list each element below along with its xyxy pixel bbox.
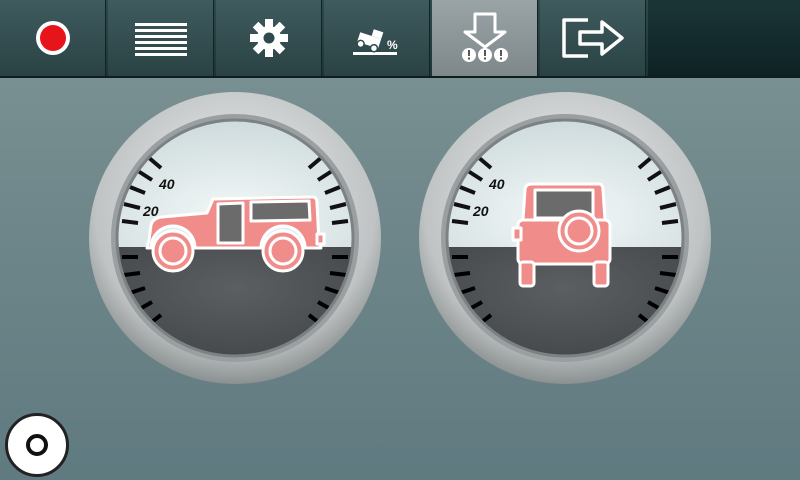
- menu-lines-icon: [134, 23, 187, 56]
- warning-button[interactable]: [432, 0, 538, 76]
- ring-icon: [26, 434, 48, 456]
- pitch-gauge-dial: 40 20: [89, 92, 381, 384]
- toolbar: %: [0, 0, 800, 78]
- exit-icon: [561, 18, 624, 58]
- toolbar-spacer: [648, 0, 800, 76]
- roll-label-40: 40: [488, 176, 505, 192]
- percent-glyph: %: [387, 38, 398, 52]
- menu-button[interactable]: [108, 0, 214, 76]
- pitch-label-20: 20: [142, 203, 159, 219]
- exit-button[interactable]: [540, 0, 646, 76]
- gear-icon: [249, 19, 288, 57]
- pitch-label-40: 40: [158, 176, 175, 192]
- record-button[interactable]: [0, 0, 106, 76]
- down-arrow-warning-icon: [461, 12, 508, 62]
- vehicle-incline-percent-icon: %: [352, 29, 398, 55]
- incline-button[interactable]: %: [324, 0, 430, 76]
- roll-gauge-dial: 40 20: [419, 92, 711, 384]
- pitch-gauge: 40 20: [89, 92, 381, 384]
- roll-gauge: 40 20: [419, 92, 711, 384]
- record-icon: [35, 21, 70, 55]
- roll-label-20: 20: [472, 203, 489, 219]
- settings-button[interactable]: [216, 0, 322, 76]
- calibrate-button[interactable]: [5, 413, 69, 477]
